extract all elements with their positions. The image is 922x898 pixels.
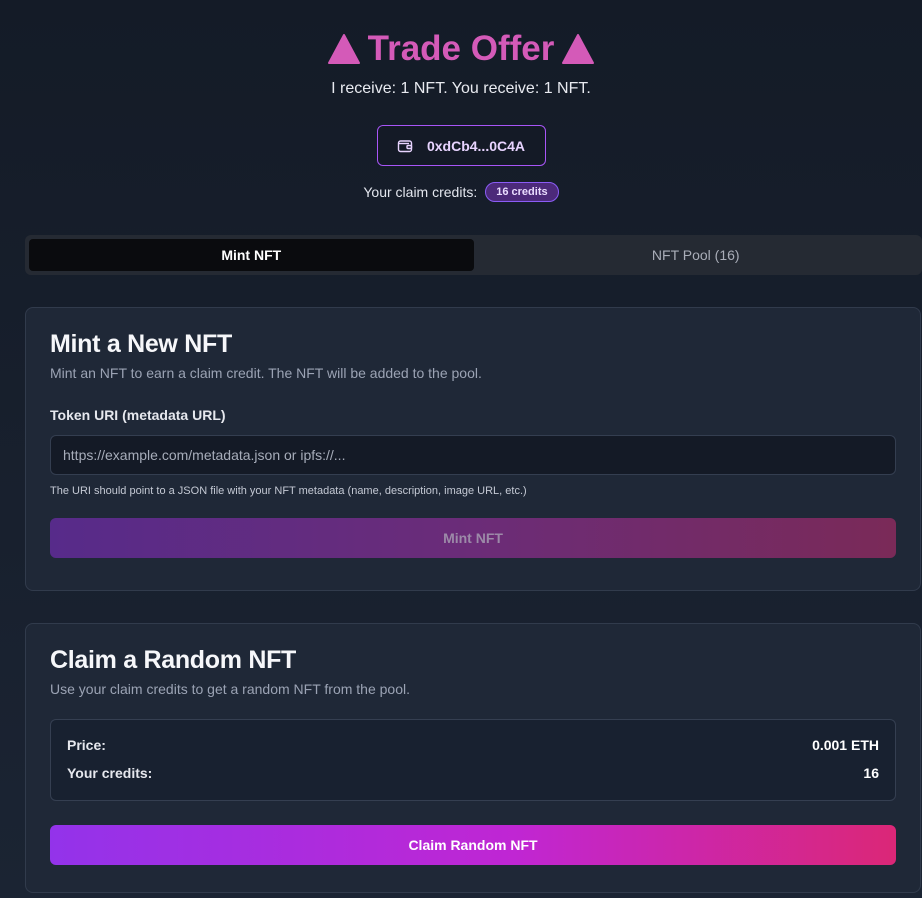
mint-nft-button[interactable]: Mint NFT	[50, 518, 896, 558]
price-row: Price: 0.001 ETH	[67, 737, 879, 765]
price-summary: Price: 0.001 ETH Your credits: 16	[50, 719, 896, 801]
mint-card: Mint a New NFT Mint an NFT to earn a cla…	[25, 307, 921, 591]
tab-bar: Mint NFT NFT Pool (16)	[25, 235, 922, 275]
claim-description: Use your claim credits to get a random N…	[50, 681, 410, 697]
token-uri-hint: The URI should point to a JSON file with…	[50, 485, 527, 497]
trade-subtitle: I receive: 1 NFT. You receive: 1 NFT.	[331, 80, 591, 97]
triangle-icon	[327, 34, 360, 64]
wallet-address: 0xdCb4...0C4A	[426, 137, 526, 154]
mint-description: Mint an NFT to earn a claim credit. The …	[50, 365, 482, 381]
claim-card: Claim a Random NFT Use your claim credit…	[25, 623, 921, 893]
credits-badge: 16 credits	[485, 182, 559, 202]
page-title: Trade Offer	[326, 29, 597, 69]
your-credits-value: 16	[863, 765, 879, 781]
mint-title: Mint a New NFT	[50, 330, 232, 358]
token-uri-label: Token URI (metadata URL)	[50, 407, 226, 423]
tab-nft-pool[interactable]: NFT Pool (16)	[474, 239, 919, 271]
header: Trade Offer I receive: 1 NFT. You receiv…	[0, 0, 922, 202]
claim-random-nft-button[interactable]: Claim Random NFT	[50, 825, 896, 865]
price-value: 0.001 ETH	[812, 737, 879, 753]
claim-title: Claim a Random NFT	[50, 646, 297, 674]
credits-summary-row: Your credits: 16	[67, 765, 879, 793]
price-label: Price:	[67, 737, 106, 753]
title-text: Trade Offer	[367, 29, 555, 68]
token-uri-input[interactable]	[50, 435, 896, 475]
credits-label: Your claim credits:	[363, 184, 478, 200]
wallet-icon	[397, 139, 413, 152]
wallet-button[interactable]: 0xdCb4...0C4A	[376, 125, 546, 166]
your-credits-label: Your credits:	[67, 765, 153, 781]
credits-row: Your claim credits: 16 credits	[0, 182, 922, 202]
tab-mint-nft[interactable]: Mint NFT	[29, 239, 474, 271]
triangle-icon	[562, 34, 595, 64]
